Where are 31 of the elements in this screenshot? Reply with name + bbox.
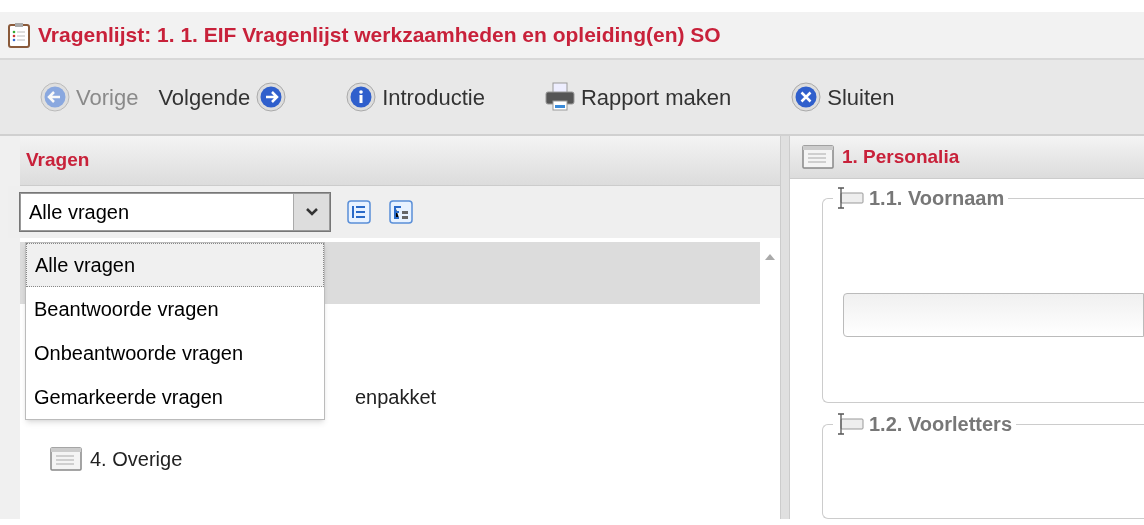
next-button[interactable]: Volgende bbox=[158, 80, 287, 114]
dropdown-arrow-button[interactable] bbox=[293, 194, 329, 230]
filter-dropdown[interactable]: Alle vragen bbox=[20, 193, 330, 231]
chevron-down-icon bbox=[304, 207, 319, 217]
field-label: 1.2. Voorletters bbox=[869, 412, 1013, 437]
text-field-icon bbox=[837, 412, 865, 436]
tree-item-label[interactable]: 4. Overige bbox=[90, 444, 183, 474]
field-label: 1.1. Voornaam bbox=[869, 186, 1005, 211]
close-icon bbox=[791, 82, 822, 112]
text-field-icon bbox=[837, 186, 865, 210]
dropdown-option[interactable]: Beantwoorde vragen bbox=[26, 287, 324, 331]
close-button[interactable]: Sluiten bbox=[791, 80, 895, 114]
section-title: 1. Personalia bbox=[842, 144, 960, 169]
scroll-up-icon[interactable] bbox=[765, 254, 775, 260]
tree-list-icon[interactable] bbox=[388, 199, 414, 225]
text-input-field[interactable] bbox=[843, 293, 1144, 337]
dropdown-option[interactable]: Alle vragen bbox=[26, 243, 324, 287]
list-icon[interactable] bbox=[346, 199, 372, 225]
form-icon bbox=[50, 447, 82, 471]
window-title: Vragenlijst: 1. 1. EIF Vragenlijst werkzaamheden en opleiding(en) SO bbox=[38, 22, 721, 49]
splitter-bar[interactable] bbox=[780, 136, 790, 519]
intro-button[interactable]: Introductie bbox=[346, 80, 485, 114]
printer-icon bbox=[544, 82, 575, 112]
tree-item-label[interactable]: enpakket bbox=[355, 382, 437, 412]
panel-header: Vragen bbox=[20, 136, 780, 186]
dropdown-option[interactable]: Onbeantwoorde vragen bbox=[26, 331, 324, 375]
report-button[interactable]: Rapport maken bbox=[544, 80, 732, 114]
info-icon bbox=[346, 82, 377, 112]
dropdown-option[interactable]: Gemarkeerde vragen bbox=[26, 375, 324, 419]
form-icon bbox=[802, 144, 834, 170]
clipboard-icon bbox=[8, 22, 30, 48]
